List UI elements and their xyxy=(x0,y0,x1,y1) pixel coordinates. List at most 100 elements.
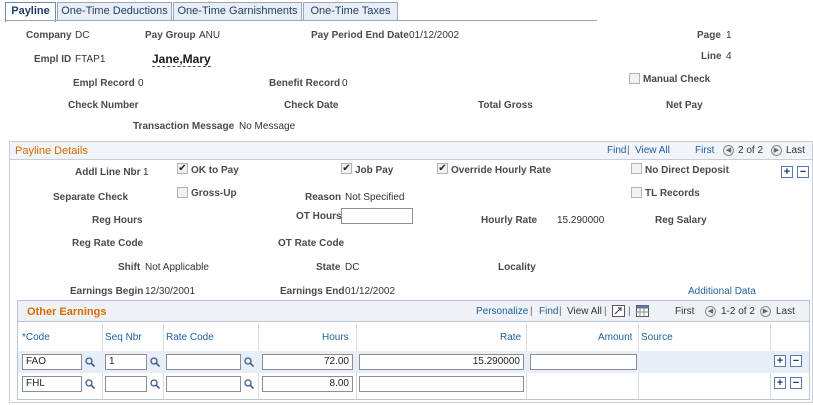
add-earning-button[interactable]: + xyxy=(774,355,786,367)
tl-records-checkbox[interactable] xyxy=(631,187,642,198)
check-number-label: Check Number xyxy=(68,100,139,111)
tl-records-label: TL Records xyxy=(645,188,700,199)
zoom-grid-icon[interactable] xyxy=(612,305,625,317)
transaction-message-value: No Message xyxy=(239,121,296,132)
previous-arrow-icon[interactable]: ◀ xyxy=(723,145,734,156)
transaction-message-label: Transaction Message xyxy=(133,121,235,132)
separator: | xyxy=(628,306,631,317)
job-pay-checkbox[interactable]: ✔ xyxy=(341,163,352,174)
company-label: Company xyxy=(26,30,72,41)
tab-one-time-garnishments[interactable]: One-Time Garnishments xyxy=(173,2,302,21)
hours-input[interactable]: 72.00 xyxy=(262,354,353,370)
col-code[interactable]: *Code xyxy=(22,327,50,351)
add-row-button[interactable]: + xyxy=(781,166,793,178)
search-icon[interactable] xyxy=(150,357,160,367)
last-link[interactable]: Last xyxy=(786,145,805,156)
tab-underline xyxy=(5,20,597,21)
additional-data-link[interactable]: Additional Data xyxy=(688,286,756,297)
other-earnings-title: Other Earnings xyxy=(27,306,107,318)
line-value: 4 xyxy=(726,51,732,62)
paygroup-value: ANU xyxy=(199,30,221,41)
other-earnings-header: Other Earnings Personalize | Find | View… xyxy=(18,301,809,322)
earnings-end-value: 01/12/2002 xyxy=(345,286,396,297)
locality-label: Locality xyxy=(498,262,536,273)
grid-next-arrow-icon[interactable]: ▶ xyxy=(760,306,771,317)
grid-row-count: 1-2 of 2 xyxy=(721,306,755,317)
state-label: State xyxy=(316,262,341,273)
delete-earning-button[interactable]: − xyxy=(790,355,802,367)
net-pay-label: Net Pay xyxy=(666,100,703,111)
tab-one-time-deductions[interactable]: One-Time Deductions xyxy=(57,2,172,21)
gross-up-checkbox[interactable] xyxy=(177,187,188,198)
pay-period-label: Pay Period End Date xyxy=(311,30,409,41)
reason-value: Not Specified xyxy=(345,192,405,203)
tab-payline[interactable]: Payline xyxy=(5,2,56,22)
separator: | xyxy=(530,306,533,317)
seq-nbr-input[interactable]: 1 xyxy=(105,354,147,370)
emplid-value: FTAP1 xyxy=(75,54,106,65)
ot-hours-label: OT Hours xyxy=(296,211,342,222)
search-icon[interactable] xyxy=(85,379,95,389)
hourly-rate-value: 15.290000 xyxy=(557,215,605,226)
download-grid-icon[interactable] xyxy=(636,305,649,317)
col-source[interactable]: Source xyxy=(641,327,673,351)
manual-check-checkbox[interactable] xyxy=(629,73,640,84)
emplid-label: Empl ID xyxy=(34,54,72,65)
delete-row-button[interactable]: − xyxy=(797,166,809,178)
page-label: Page xyxy=(697,30,721,41)
code-input[interactable]: FHL xyxy=(22,376,82,392)
search-icon[interactable] xyxy=(244,357,254,367)
search-icon[interactable] xyxy=(85,357,95,367)
add-earning-button[interactable]: + xyxy=(774,377,786,389)
pay-period-value: 01/12/2002 xyxy=(409,30,460,41)
find-link[interactable]: Find xyxy=(607,145,626,156)
ot-hours-input[interactable] xyxy=(341,208,413,224)
col-amount[interactable]: Amount xyxy=(598,327,632,351)
override-hourly-rate-label: Override Hourly Rate xyxy=(451,165,552,176)
grid-previous-arrow-icon[interactable]: ◀ xyxy=(705,306,716,317)
search-icon[interactable] xyxy=(244,379,254,389)
grid-first-link[interactable]: First xyxy=(675,306,694,317)
code-input[interactable]: FAO xyxy=(22,354,82,370)
col-rate-code[interactable]: Rate Code xyxy=(166,327,214,351)
ok-to-pay-label: OK to Pay xyxy=(191,165,239,176)
empl-record-value: 0 xyxy=(138,78,144,89)
separator: | xyxy=(559,306,562,317)
search-icon[interactable] xyxy=(150,379,160,389)
grid-last-link[interactable]: Last xyxy=(776,306,795,317)
addl-line-value: 1 xyxy=(143,167,149,178)
personalize-link[interactable]: Personalize xyxy=(476,306,528,317)
benefit-record-label: Benefit Record xyxy=(269,78,341,89)
ok-to-pay-checkbox[interactable]: ✔ xyxy=(177,163,188,174)
employee-name[interactable]: Jane,Mary xyxy=(152,52,211,67)
seq-nbr-input[interactable] xyxy=(105,376,147,392)
override-hourly-rate-checkbox[interactable]: ✔ xyxy=(437,163,448,174)
job-pay-label: Job Pay xyxy=(355,165,394,176)
benefit-record-value: 0 xyxy=(342,78,348,89)
hours-input[interactable]: 8.00 xyxy=(262,376,353,392)
amount-input[interactable] xyxy=(530,354,637,370)
earnings-end-label: Earnings End xyxy=(280,286,345,297)
view-all-link[interactable]: View All xyxy=(635,145,670,156)
col-hours[interactable]: Hours xyxy=(322,327,349,351)
rate-input[interactable] xyxy=(359,376,524,392)
reason-label: Reason xyxy=(305,192,342,203)
paygroup-label: Pay Group xyxy=(145,30,196,41)
first-link[interactable]: First xyxy=(695,145,714,156)
col-rate[interactable]: Rate xyxy=(500,327,521,351)
next-arrow-icon[interactable]: ▶ xyxy=(771,145,782,156)
payline-details-header: Payline Details Find | View All First ◀ … xyxy=(10,142,812,160)
col-seq-nbr[interactable]: Seq Nbr xyxy=(105,327,142,351)
rate-code-input[interactable] xyxy=(166,376,241,392)
earnings-begin-label: Earnings Begin xyxy=(70,286,144,297)
rate-code-input[interactable] xyxy=(166,354,241,370)
rate-input[interactable]: 15.290000 xyxy=(359,354,524,370)
reg-salary-label: Reg Salary xyxy=(655,215,707,226)
grid-find-link[interactable]: Find xyxy=(539,306,558,317)
check-date-label: Check Date xyxy=(284,100,339,111)
grid-view-all-link[interactable]: View All xyxy=(567,306,602,317)
tab-one-time-taxes[interactable]: One-Time Taxes xyxy=(303,2,398,21)
ot-rate-code-label: OT Rate Code xyxy=(278,238,345,249)
delete-earning-button[interactable]: − xyxy=(790,377,802,389)
no-direct-deposit-checkbox[interactable] xyxy=(631,163,642,174)
